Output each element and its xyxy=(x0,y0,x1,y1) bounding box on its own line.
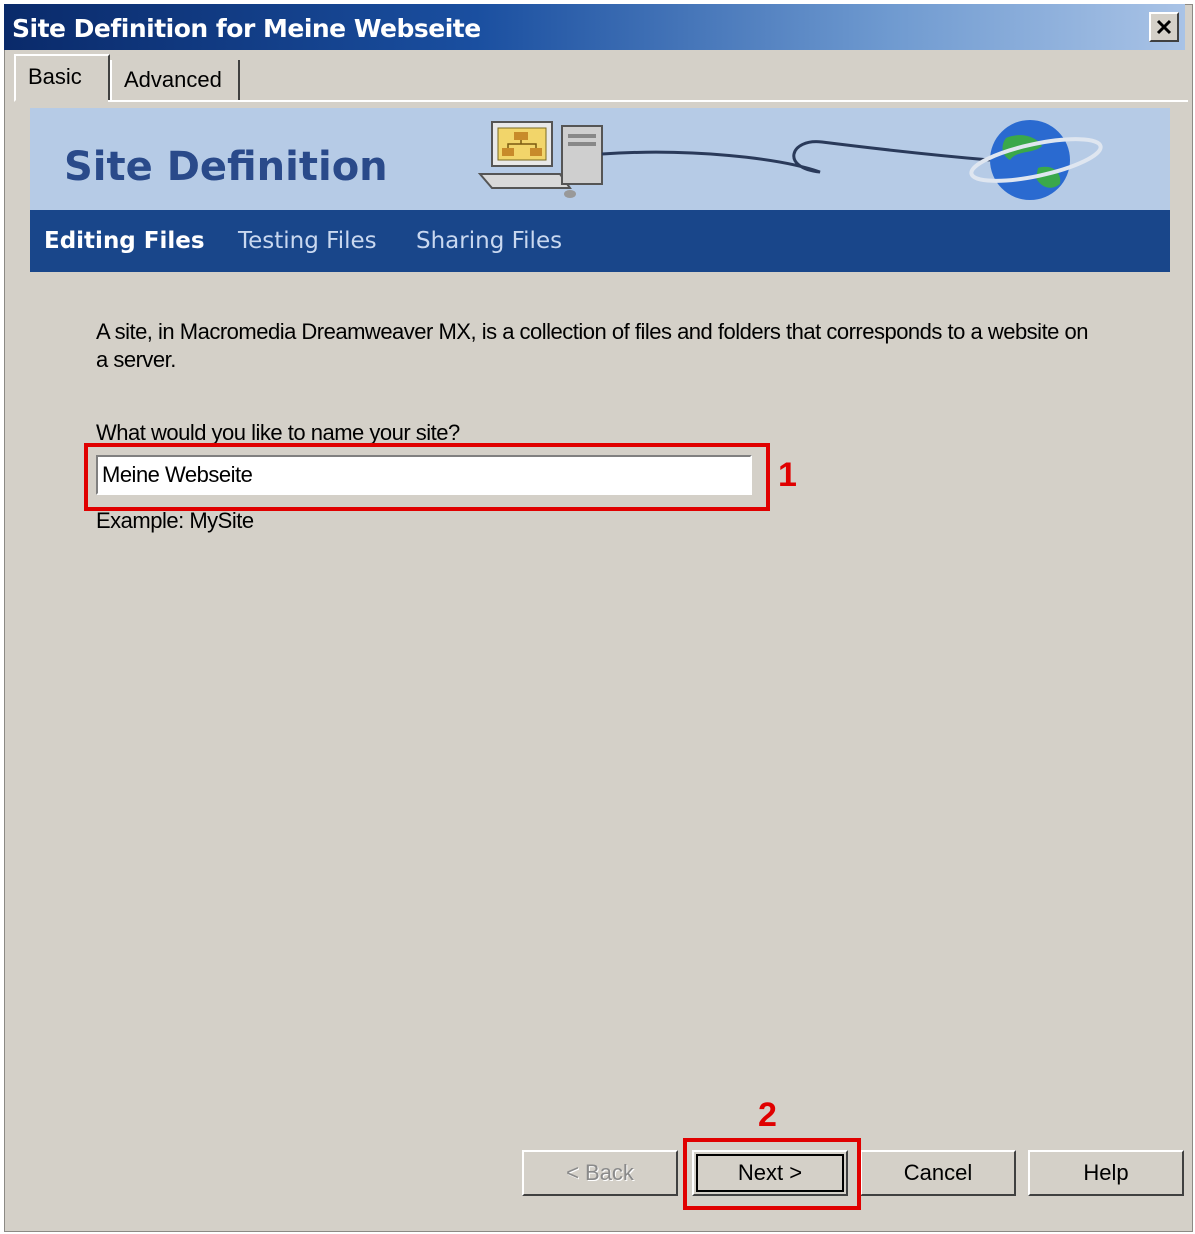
wizard-step-nav: Editing Files Testing Files Sharing File… xyxy=(30,210,1170,272)
step-sharing-files[interactable]: Sharing Files xyxy=(416,228,562,254)
annotation-marker-1: 1 xyxy=(778,456,797,494)
annotation-marker-2: 2 xyxy=(758,1096,777,1134)
step-testing-files[interactable]: Testing Files xyxy=(238,228,377,254)
banner-title: Site Definition xyxy=(64,144,388,190)
window-title: Site Definition for Meine Webseite xyxy=(12,14,481,43)
highlight-box-2 xyxy=(683,1138,861,1210)
description-text: A site, in Macromedia Dreamweaver MX, is… xyxy=(96,319,1089,372)
computer-network-globe-icon xyxy=(477,120,1103,200)
cancel-button[interactable]: Cancel xyxy=(860,1150,1016,1196)
close-button[interactable] xyxy=(1149,12,1179,42)
tab-basic[interactable]: Basic xyxy=(14,54,110,102)
title-bar: Site Definition for Meine Webseite xyxy=(4,4,1185,50)
example-hint: Example: MySite xyxy=(96,508,254,533)
back-button[interactable]: < Back xyxy=(522,1150,678,1196)
step-editing-files[interactable]: Editing Files xyxy=(44,228,205,254)
highlight-box-1 xyxy=(84,443,770,511)
help-button[interactable]: Help xyxy=(1028,1150,1184,1196)
close-icon xyxy=(1156,19,1172,35)
wizard-banner: Site Definition xyxy=(30,108,1170,210)
tab-advanced[interactable]: Advanced xyxy=(110,60,240,100)
tab-divider xyxy=(108,100,1188,102)
